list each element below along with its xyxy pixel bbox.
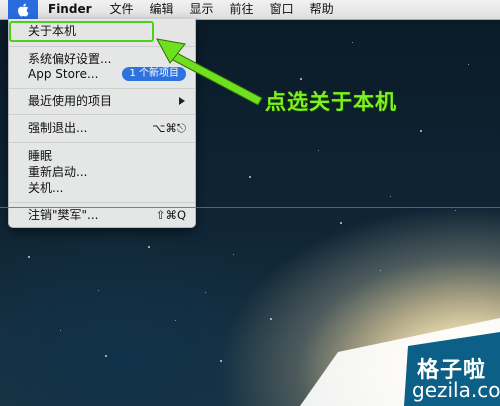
watermark-domain: gezila.com <box>412 378 500 402</box>
watermark-background <box>300 318 500 406</box>
